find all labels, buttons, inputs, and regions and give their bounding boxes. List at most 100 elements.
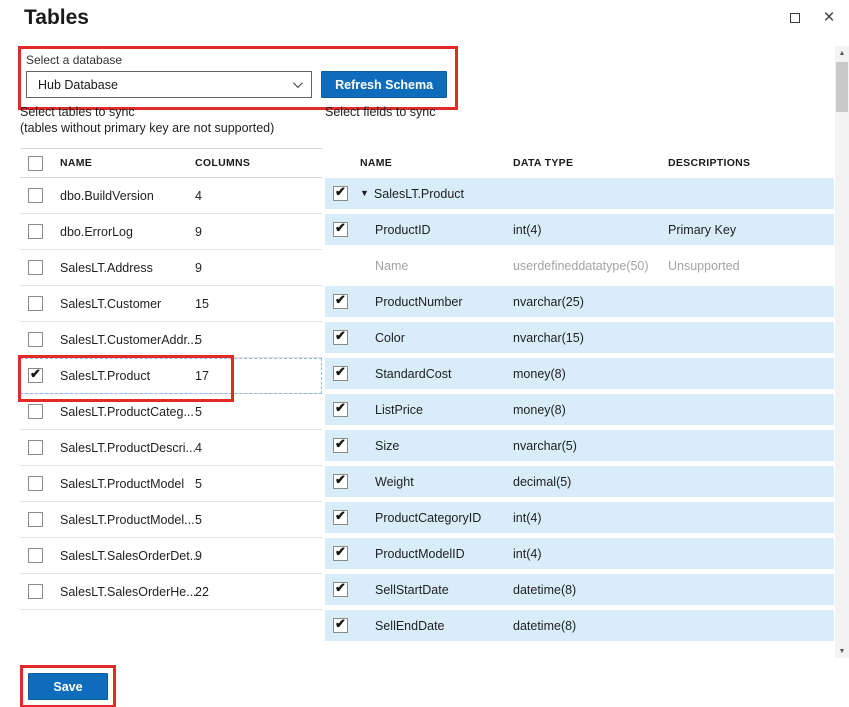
row-checkbox[interactable] bbox=[28, 332, 43, 347]
database-row: Hub Database Refresh Schema bbox=[26, 71, 447, 98]
table-row[interactable]: SalesLT.ProductModel... 5 bbox=[20, 502, 322, 538]
table-columns-count: 4 bbox=[195, 189, 322, 203]
fields-list: ▼ SalesLT.Product ProductID int(4) Prima… bbox=[325, 178, 834, 641]
table-row[interactable]: SalesLT.ProductCateg... 5 bbox=[20, 394, 322, 430]
row-checkbox[interactable] bbox=[28, 512, 43, 527]
fields-column-header-datatype: DATA TYPE bbox=[513, 157, 668, 169]
field-row[interactable]: ListPrice money(8) bbox=[325, 394, 834, 425]
table-columns-count: 4 bbox=[195, 441, 322, 455]
table-row[interactable]: SalesLT.ProductModel 5 bbox=[20, 466, 322, 502]
field-checkbox[interactable] bbox=[333, 294, 348, 309]
field-row[interactable]: SellEndDate datetime(8) bbox=[325, 610, 834, 641]
close-icon[interactable]: × bbox=[821, 10, 837, 26]
expand-caret-icon[interactable]: ▼ bbox=[360, 189, 369, 198]
window-controls: × bbox=[787, 10, 837, 26]
field-checkbox[interactable] bbox=[333, 402, 348, 417]
field-row[interactable]: Color nvarchar(15) bbox=[325, 322, 834, 353]
field-row[interactable]: Weight decimal(5) bbox=[325, 466, 834, 497]
field-checkbox[interactable] bbox=[333, 186, 348, 201]
row-checkbox[interactable] bbox=[28, 188, 43, 203]
field-checkbox[interactable] bbox=[333, 222, 348, 237]
row-checkbox[interactable] bbox=[28, 296, 43, 311]
row-checkbox[interactable] bbox=[28, 476, 43, 491]
scroll-up-icon[interactable]: ▲ bbox=[835, 46, 849, 60]
table-row[interactable]: SalesLT.Product 17 bbox=[20, 358, 322, 394]
save-button[interactable]: Save bbox=[28, 673, 108, 700]
row-checkbox[interactable] bbox=[28, 584, 43, 599]
field-row[interactable]: StandardCost money(8) bbox=[325, 358, 834, 389]
field-checkbox[interactable] bbox=[333, 510, 348, 525]
table-columns-count: 5 bbox=[195, 405, 322, 419]
field-checkbox[interactable] bbox=[333, 474, 348, 489]
vertical-scrollbar[interactable]: ▲ ▼ bbox=[835, 46, 849, 658]
field-name-cell: Color bbox=[360, 331, 513, 345]
field-row[interactable]: Name userdefineddatatype(50) Unsupported bbox=[325, 250, 834, 281]
field-checkbox[interactable] bbox=[333, 330, 348, 345]
field-row[interactable]: ProductID int(4) Primary Key bbox=[325, 214, 834, 245]
table-columns-count: 5 bbox=[195, 333, 322, 347]
field-data-type: datetime(8) bbox=[513, 619, 668, 633]
scroll-down-icon[interactable]: ▼ bbox=[835, 644, 849, 658]
row-checkbox[interactable] bbox=[28, 404, 43, 419]
table-columns-count: 22 bbox=[195, 585, 322, 599]
field-row[interactable]: ProductNumber nvarchar(25) bbox=[325, 286, 834, 317]
field-row[interactable]: ▼ SalesLT.Product bbox=[325, 178, 834, 209]
field-name: SalesLT.Product bbox=[374, 187, 464, 201]
field-name-cell: SellEndDate bbox=[360, 619, 513, 633]
field-data-type: int(4) bbox=[513, 223, 668, 237]
field-checkbox[interactable] bbox=[333, 582, 348, 597]
row-checkbox[interactable] bbox=[28, 548, 43, 563]
field-description: Primary Key bbox=[668, 223, 834, 237]
field-name: Color bbox=[375, 331, 405, 345]
table-row[interactable]: SalesLT.SalesOrderDet... 9 bbox=[20, 538, 322, 574]
field-checkbox[interactable] bbox=[333, 618, 348, 633]
row-checkbox[interactable] bbox=[28, 440, 43, 455]
field-name: Weight bbox=[375, 475, 414, 489]
field-data-type: nvarchar(15) bbox=[513, 331, 668, 345]
table-row[interactable]: SalesLT.SalesOrderHe... 22 bbox=[20, 574, 322, 610]
table-columns-count: 17 bbox=[195, 369, 322, 383]
field-row[interactable]: ProductModelID int(4) bbox=[325, 538, 834, 569]
database-section-annotation: Select a database Hub Database Refresh S… bbox=[18, 46, 458, 110]
table-columns-count: 9 bbox=[195, 261, 322, 275]
field-row[interactable]: Size nvarchar(5) bbox=[325, 430, 834, 461]
field-name: Name bbox=[375, 259, 408, 273]
refresh-schema-button[interactable]: Refresh Schema bbox=[321, 71, 447, 98]
table-row[interactable]: SalesLT.CustomerAddr... 5 bbox=[20, 322, 322, 358]
field-name: ProductNumber bbox=[375, 295, 463, 309]
field-name-cell: SellStartDate bbox=[360, 583, 513, 597]
tables-column-header-columns: COLUMNS bbox=[195, 157, 322, 169]
field-name: ListPrice bbox=[375, 403, 423, 417]
field-row[interactable]: ProductCategoryID int(4) bbox=[325, 502, 834, 533]
field-checkbox[interactable] bbox=[333, 438, 348, 453]
select-all-checkbox[interactable] bbox=[28, 156, 43, 171]
scrollbar-thumb[interactable] bbox=[836, 62, 848, 112]
field-row[interactable]: SellStartDate datetime(8) bbox=[325, 574, 834, 605]
table-name: SalesLT.CustomerAddr... bbox=[60, 333, 195, 347]
table-name: SalesLT.ProductModel... bbox=[60, 513, 195, 527]
field-checkbox[interactable] bbox=[333, 546, 348, 561]
database-select[interactable]: Hub Database bbox=[26, 71, 312, 98]
table-columns-count: 9 bbox=[195, 549, 322, 563]
table-name: dbo.BuildVersion bbox=[60, 189, 195, 203]
maximize-icon[interactable] bbox=[787, 10, 803, 26]
row-checkbox[interactable] bbox=[28, 260, 43, 275]
chevron-down-icon bbox=[293, 78, 303, 88]
field-name-cell: StandardCost bbox=[360, 367, 513, 381]
field-name: ProductID bbox=[375, 223, 431, 237]
field-name-cell: ▼ SalesLT.Product bbox=[360, 187, 513, 201]
field-data-type: nvarchar(25) bbox=[513, 295, 668, 309]
row-checkbox[interactable] bbox=[28, 224, 43, 239]
field-data-type: userdefineddatatype(50) bbox=[513, 259, 668, 273]
close-x-glyph: × bbox=[823, 10, 834, 26]
table-row[interactable]: dbo.ErrorLog 9 bbox=[20, 214, 322, 250]
table-columns-count: 15 bbox=[195, 297, 322, 311]
table-row[interactable]: dbo.BuildVersion 4 bbox=[20, 178, 322, 214]
row-checkbox[interactable] bbox=[28, 368, 43, 383]
field-checkbox[interactable] bbox=[333, 366, 348, 381]
table-row[interactable]: SalesLT.Address 9 bbox=[20, 250, 322, 286]
table-row[interactable]: SalesLT.Customer 15 bbox=[20, 286, 322, 322]
field-name-cell: Name bbox=[360, 259, 513, 273]
table-row[interactable]: SalesLT.ProductDescri... 4 bbox=[20, 430, 322, 466]
field-data-type: nvarchar(5) bbox=[513, 439, 668, 453]
